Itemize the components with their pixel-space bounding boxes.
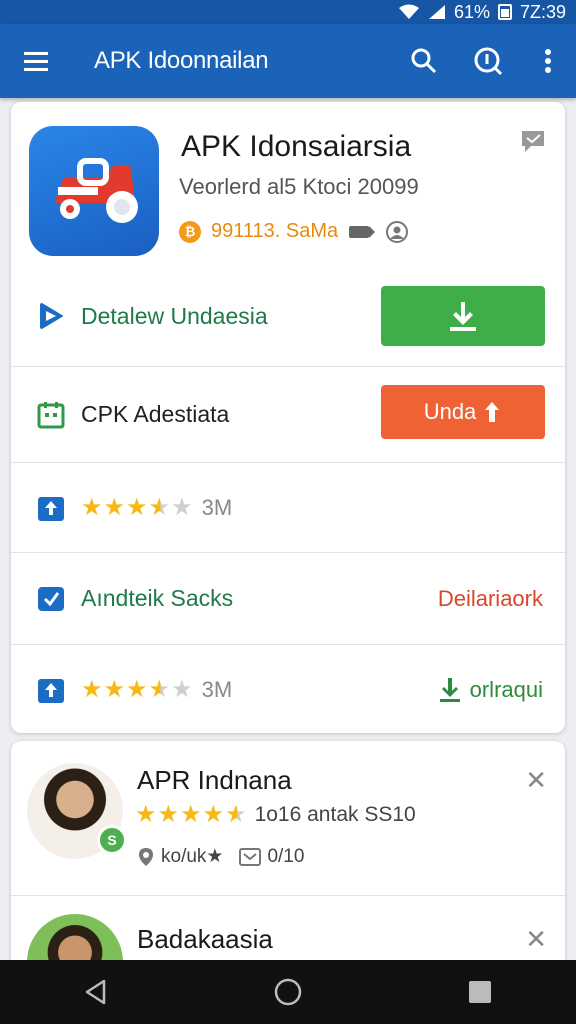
overflow-menu-button[interactable] bbox=[520, 24, 576, 98]
person-item[interactable]: S APR Indnana ★ ★ ★ ★ ★ 1o16 antak SS10 … bbox=[11, 741, 565, 895]
detail-row[interactable]: Detalew Undaesia bbox=[11, 266, 565, 366]
stacks-row[interactable]: Aındteik Sacks Deilariaork bbox=[11, 552, 565, 644]
app-subtitle: Veorlerd al5 Ktoci 20099 bbox=[179, 174, 419, 199]
stacks-action-link[interactable]: Deilariaork bbox=[438, 586, 543, 612]
update-button[interactable]: Unda bbox=[381, 385, 545, 439]
rating-row: ★ ★ ★ ★ ★ 3M bbox=[11, 462, 565, 552]
star-half-icon: ★ bbox=[148, 675, 171, 703]
upload-hand-icon bbox=[485, 402, 500, 422]
star-icon: ★ bbox=[81, 493, 103, 521]
download-icon bbox=[450, 302, 476, 331]
more-vert-icon bbox=[545, 49, 551, 73]
home-button[interactable] bbox=[258, 962, 318, 1022]
wifi-icon bbox=[398, 4, 420, 20]
person-name: Badakaasia bbox=[137, 924, 273, 954]
star-icon: ★ bbox=[126, 493, 148, 521]
rating-count: 3M bbox=[201, 676, 233, 702]
apk-row[interactable]: CPK Adestiata Unda bbox=[11, 366, 565, 462]
car-icon bbox=[56, 158, 138, 223]
signal-icon bbox=[428, 4, 446, 20]
person-rating-text: 1o16 antak SS10 bbox=[254, 803, 416, 826]
download-button[interactable] bbox=[381, 286, 545, 346]
app-icon[interactable] bbox=[29, 126, 159, 256]
rating-count: 3M bbox=[201, 494, 233, 520]
star-icon: ★ bbox=[180, 801, 202, 828]
coin-icon: ₿ bbox=[179, 220, 201, 243]
star-icon: ★ bbox=[135, 801, 157, 828]
location-meta-text: ko/uk★ bbox=[161, 846, 224, 867]
person-meta: ko/uk★ 0/10 bbox=[137, 845, 304, 868]
search-button[interactable] bbox=[392, 24, 456, 98]
menu-button[interactable] bbox=[0, 24, 72, 98]
system-nav-bar bbox=[0, 960, 576, 1024]
back-triangle-icon bbox=[85, 979, 106, 1005]
star-icon: ★ bbox=[126, 675, 148, 703]
location-pin-icon bbox=[139, 847, 153, 866]
star-half-icon: ★ bbox=[148, 493, 171, 521]
dismiss-button[interactable]: ✕ bbox=[525, 924, 547, 955]
battery-percent: 61% bbox=[453, 1, 490, 22]
app-meta: ₿ 991113. SaMa bbox=[179, 220, 409, 243]
upload-icon bbox=[35, 492, 67, 524]
battery-icon bbox=[497, 4, 512, 20]
star-half-icon: ★ bbox=[225, 801, 247, 828]
info-button[interactable] bbox=[456, 24, 520, 98]
star-rating: ★ ★ ★ ★ ★ bbox=[135, 803, 247, 827]
app-count: 991113. SaMa bbox=[211, 220, 339, 242]
star-icon: ★ bbox=[202, 801, 225, 828]
star-empty-icon: ★ bbox=[171, 675, 193, 703]
recents-square-icon bbox=[469, 981, 491, 1003]
chat-meta: 0/10 bbox=[239, 846, 304, 868]
app-bar: APK Idoonnailan bbox=[0, 24, 576, 98]
app-bar-title: APK Idoonnailan bbox=[94, 47, 269, 74]
user-icon bbox=[386, 220, 409, 243]
play-icon bbox=[35, 300, 67, 332]
person-name: APR Indnana bbox=[137, 765, 292, 795]
rating-row-2: ★ ★ ★ ★ ★ 3M orlraqui bbox=[11, 644, 565, 733]
download-link-label: orlraqui bbox=[469, 676, 543, 702]
people-card: S APR Indnana ★ ★ ★ ★ ★ 1o16 antak SS10 … bbox=[11, 741, 565, 981]
chat-meta-text: 0/10 bbox=[267, 845, 305, 867]
chat-bubble-icon bbox=[522, 131, 544, 152]
star-empty-icon: ★ bbox=[171, 493, 193, 521]
star-icon: ★ bbox=[103, 675, 126, 703]
flag-check-icon bbox=[35, 583, 67, 615]
back-button[interactable] bbox=[66, 962, 126, 1022]
message-icon bbox=[239, 847, 262, 866]
upload-icon bbox=[35, 674, 67, 706]
tag-icon bbox=[349, 225, 376, 238]
location-meta: ko/uk★ bbox=[137, 845, 223, 868]
star-icon: ★ bbox=[81, 675, 103, 703]
avatar-badge: S bbox=[97, 825, 127, 855]
app-header: APK Idonsaiarsia Veorlerd al5 Ktoci 2009… bbox=[11, 102, 565, 266]
star-rating: ★ ★ ★ ★ ★ 3M bbox=[81, 677, 232, 703]
share-button[interactable] bbox=[519, 128, 547, 159]
search-icon bbox=[411, 48, 437, 74]
app-name: APK Idonsaiarsia bbox=[181, 130, 412, 163]
clock: 7Z:39 bbox=[519, 1, 566, 22]
star-icon: ★ bbox=[157, 801, 180, 828]
status-bar: 61% 7Z:39 bbox=[0, 0, 576, 24]
download-icon bbox=[439, 677, 460, 702]
star-icon: ★ bbox=[103, 493, 126, 521]
home-circle-icon bbox=[274, 978, 302, 1006]
star-rating: ★ ★ ★ ★ ★ 3M bbox=[81, 495, 232, 521]
download-link[interactable]: orlraqui bbox=[438, 677, 543, 703]
info-search-icon bbox=[474, 47, 503, 76]
app-detail-card: APK Idonsaiarsia Veorlerd al5 Ktoci 2009… bbox=[11, 102, 565, 733]
calendar-icon bbox=[35, 399, 67, 431]
update-button-label: Unda bbox=[423, 399, 477, 424]
person-rating: ★ ★ ★ ★ ★ 1o16 antak SS10 bbox=[135, 803, 416, 827]
dismiss-button[interactable]: ✕ bbox=[525, 765, 547, 796]
recents-button[interactable] bbox=[450, 962, 510, 1022]
hamburger-icon bbox=[24, 52, 48, 71]
